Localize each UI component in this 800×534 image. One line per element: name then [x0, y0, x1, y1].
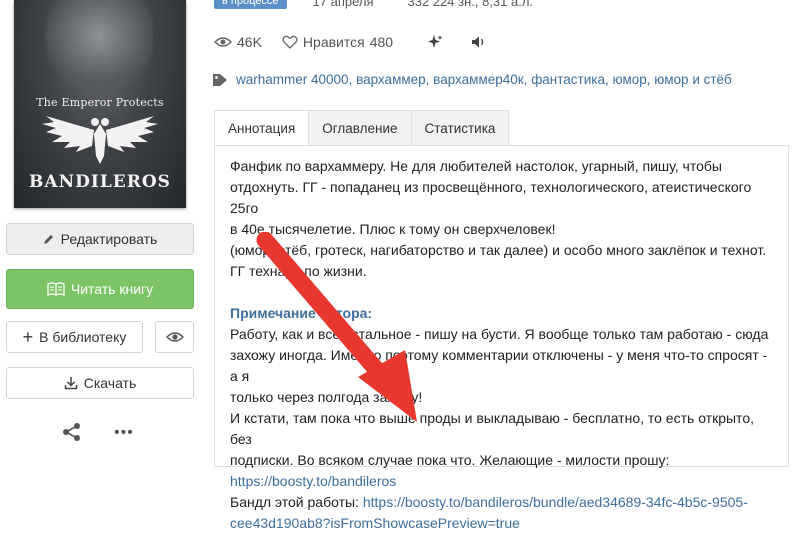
- annotation-text: в 40е тысячелетие. Плюс к тому он сверхч…: [230, 221, 556, 237]
- award-button[interactable]: [427, 34, 443, 50]
- annotation-text: отдохнуть. ГГ - попаданец из просвещённо…: [230, 179, 752, 216]
- views-count: 46K: [237, 34, 262, 50]
- sparkle-icon: [428, 35, 443, 48]
- author-note-text: захожу иногда. Именно поэтому комментари…: [230, 347, 768, 384]
- eagle-emblem-icon: [42, 116, 158, 164]
- audio-button[interactable]: [471, 35, 487, 49]
- views-stat: 46K: [214, 34, 262, 50]
- tab-annotation[interactable]: Аннотация: [214, 110, 310, 146]
- bundle-link-continued[interactable]: cee43d190ab8?isFromShowcasePreview=true: [230, 515, 520, 531]
- boosty-link[interactable]: https://boosty.to/bandileros: [230, 473, 396, 489]
- open-book-icon: [47, 282, 65, 296]
- tag-link[interactable]: фантастика: [531, 72, 605, 87]
- plus-icon: +: [22, 327, 34, 347]
- cover-subtitle: The Emperor Protects: [36, 96, 164, 109]
- stats-row: 46K Нравится 480: [214, 34, 507, 50]
- speaker-icon: [472, 36, 484, 48]
- tag-link[interactable]: вархаммер40к: [433, 72, 524, 87]
- tags-list: warhammer 40000, вархаммер, вархаммер40к…: [212, 72, 732, 87]
- author-note-text: подписки. Во всяком случае пока что. Жел…: [230, 452, 670, 468]
- add-to-library-button[interactable]: + В библиотеку: [6, 321, 143, 353]
- edit-button-label: Редактировать: [60, 231, 158, 247]
- tag-icon: [213, 73, 227, 86]
- book-size: 332 224 зн., 8,31 а.л.: [407, 0, 534, 9]
- publish-date: 17 апреля: [312, 0, 374, 9]
- annotation-text: Фанфик по вархаммеру. Не для любителей н…: [230, 158, 722, 174]
- download-icon: [64, 377, 77, 390]
- read-book-button[interactable]: Читать книгу: [6, 269, 194, 309]
- annotation-panel: Фанфик по вархаммеру. Не для любителей н…: [214, 145, 789, 531]
- watch-button[interactable]: [155, 321, 194, 353]
- edit-button[interactable]: Редактировать: [6, 223, 194, 255]
- download-button[interactable]: Скачать: [6, 367, 194, 399]
- book-meta: в процессе 17 апреля 332 224 зн., 8,31 а…: [214, 0, 533, 9]
- author-note-title: Примечание автора:: [230, 305, 373, 321]
- likes-count: 480: [369, 34, 394, 50]
- author-note-text: Работу, как и всё остальное - пишу на бу…: [230, 326, 769, 342]
- info-tabs: Аннотация Оглавление Статистика: [214, 110, 510, 146]
- download-label: Скачать: [83, 375, 137, 391]
- add-to-library-label: В библиотеку: [39, 329, 127, 345]
- author-note-text: И кстати, там пока что выше проды и выкл…: [230, 410, 754, 447]
- likes-label: Нравится: [302, 34, 365, 50]
- bundle-label: Бандл этой работы:: [230, 494, 363, 510]
- book-cover[interactable]: The Emperor Protects BANDILEROS: [14, 0, 186, 208]
- pencil-icon: [43, 235, 53, 244]
- like-button[interactable]: Нравится 480: [282, 34, 393, 50]
- tag-link[interactable]: warhammer 40000: [236, 72, 349, 87]
- eye-icon: [165, 332, 184, 342]
- cover-author: BANDILEROS: [29, 172, 171, 192]
- tab-statistics[interactable]: Статистика: [411, 110, 510, 146]
- cover-figure: [44, 0, 154, 90]
- author-note-text: только через полгода захожу!: [230, 389, 423, 405]
- eye-icon: [214, 37, 232, 47]
- tag-link[interactable]: юмор: [613, 72, 647, 87]
- bundle-link[interactable]: https://boosty.to/bandileros/bundle/aed3…: [363, 494, 748, 510]
- tab-contents[interactable]: Оглавление: [309, 110, 412, 146]
- more-options-icon[interactable]: •••: [114, 424, 134, 442]
- heart-icon: [282, 35, 298, 49]
- tag-link[interactable]: вархаммер: [356, 72, 426, 87]
- tag-link[interactable]: юмор и стёб: [654, 72, 732, 87]
- status-badge: в процессе: [214, 0, 287, 9]
- annotation-text: (юмор, стёб, гротеск, нагибаторство и та…: [230, 242, 767, 258]
- share-icon[interactable]: [62, 422, 82, 442]
- read-book-label: Читать книгу: [70, 281, 154, 297]
- annotation-text: ГГ технарь по жизни.: [230, 263, 367, 279]
